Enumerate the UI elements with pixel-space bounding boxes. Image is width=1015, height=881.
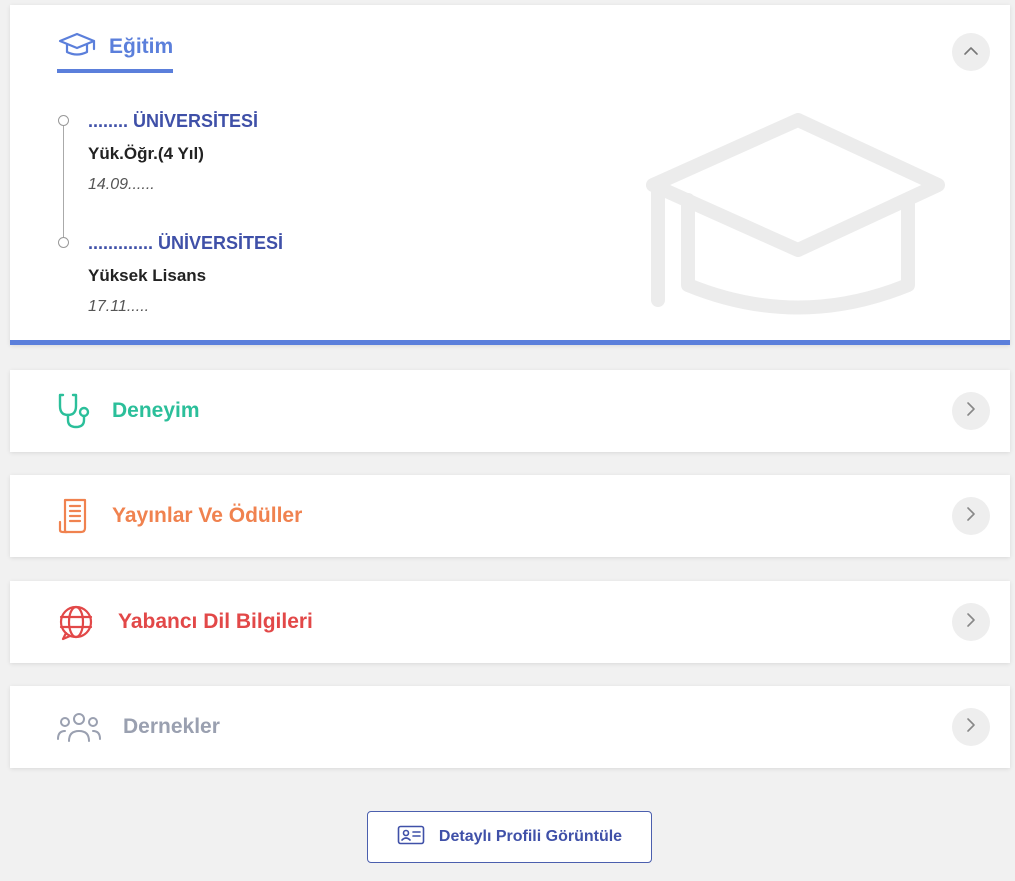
collapse-button[interactable] [952,33,990,71]
globe-icon [55,602,97,642]
view-detailed-profile-button[interactable]: Detaylı Profili Görüntüle [367,811,652,863]
chevron-right-icon [966,717,976,738]
id-card-icon [397,825,425,850]
university-name: ........ ÜNİVERSİTESİ [88,111,259,131]
experience-title: Deneyim [112,399,200,422]
education-item: ............. ÜNİVERSİTESİ Yüksek Lisans… [88,233,283,316]
university-name: ............. ÜNİVERSİTESİ [88,233,284,253]
education-card-accent-bar [10,340,1010,345]
document-icon [55,496,95,536]
chevron-up-icon [963,43,979,61]
view-detailed-profile-label: Detaylı Profili Görüntüle [438,828,623,845]
timeline-dot [58,237,69,248]
expand-button[interactable] [952,497,990,535]
graduation-cap-icon [57,31,97,64]
education-item: ........ ÜNİVERSİTESİ Yük.Öğr.(4 Yıl) 14… [88,111,258,194]
chevron-right-icon [966,401,976,422]
education-title: Eğitim [109,35,174,58]
foreign-language-section[interactable]: Yabancı Dil Bilgileri [10,581,1010,663]
education-date: 14.09...... [88,176,155,193]
stethoscope-icon [55,391,97,431]
expand-button[interactable] [952,603,990,641]
timeline-dot [58,115,69,126]
graduation-cap-watermark-icon [628,100,958,335]
chevron-right-icon [966,506,976,527]
active-tab-underline [57,69,174,73]
expand-button[interactable] [952,708,990,746]
foreign-language-title: Yabancı Dil Bilgileri [118,610,313,633]
expand-button[interactable] [952,392,990,430]
degree-name: Yük.Öğr.(4 Yıl) [88,144,204,163]
timeline-line [63,120,64,243]
degree-name: Yüksek Lisans [88,266,207,285]
education-card: Eğitim ........ ÜNİVERSİTESİ Yük.Öğr.(4 … [10,5,1010,345]
people-icon [55,709,103,745]
experience-section[interactable]: Deneyim [10,370,1010,452]
associations-title: Dernekler [123,715,220,738]
education-header[interactable]: Eğitim [57,29,174,73]
chevron-right-icon [966,612,976,633]
education-date: 17.11..... [88,298,150,315]
associations-section[interactable]: Dernekler [10,686,1010,768]
publications-awards-title: Yayınlar Ve Ödüller [112,504,303,527]
publications-awards-section[interactable]: Yayınlar Ve Ödüller [10,475,1010,557]
